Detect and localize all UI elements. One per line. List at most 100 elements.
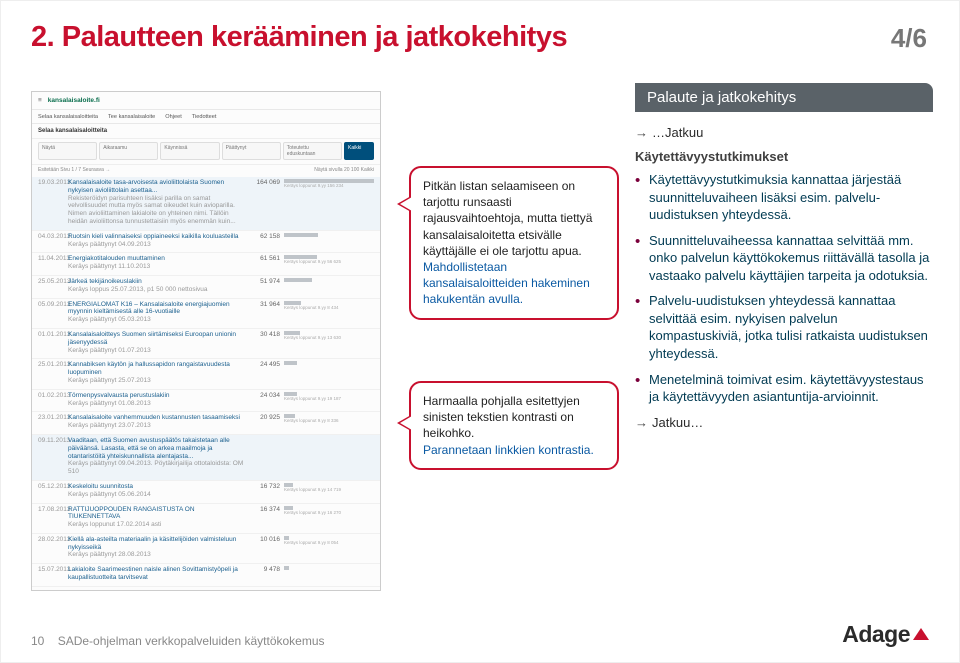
sc-row-bar: Keräys loppunut 9.yy 16 270 <box>284 506 374 515</box>
sc-row-num: 31 964 <box>250 301 280 308</box>
sc-row-title: Kannabiksen käytön ja hallussapidon rang… <box>68 361 244 377</box>
bullet-item: Menetelminä toimivat esim. käytettävyyst… <box>635 371 933 406</box>
sc-row-barfill <box>284 278 312 282</box>
sc-row-bar: Keräys loppunut 9.yy 8 336 <box>284 414 374 423</box>
sc-row-date: 01.02.2013 <box>38 392 68 399</box>
sc-row-sub2: Keräys loppunut 9.yy 13 630 <box>284 335 374 340</box>
sc-row-date: 11.04.2013 <box>38 255 68 262</box>
slide: 2. Palautteen kerääminen ja jatkokehitys… <box>0 0 960 663</box>
bullet-item: Suunnitteluvaiheessa kannattaa selvittää… <box>635 232 933 285</box>
sc-row-sub: Keräys päättynyt 09.04.2013. Pöytäkirjai… <box>68 460 244 476</box>
right-header: Palaute ja jatkokehitys <box>635 83 933 112</box>
sc-row-num: 16 732 <box>250 483 280 490</box>
sc-filter: Näytä <box>38 142 97 160</box>
sc-filter: Toteutettu eduskuntaan <box>283 142 342 160</box>
sc-row-num: 51 974 <box>250 278 280 285</box>
sc-row-bar: Keräys loppunut 9.yy 14 719 <box>284 483 374 492</box>
sc-row-num: 16 374 <box>250 506 280 513</box>
sc-row-bar: Keräys loppunut 9.yy 8 434 <box>284 301 374 310</box>
sc-row-barfill <box>284 233 318 237</box>
callout-recommend: Parannetaan linkkien kontrastia. <box>423 442 605 458</box>
bullet-list: Käytettävyystutkimuksia kannattaa järjes… <box>635 171 933 406</box>
sc-row-sub2: Keräys loppunut 9.yy 8 336 <box>284 418 374 423</box>
sc-row-title: Törmenpysvalvausta perustuslakiin <box>68 392 244 400</box>
sc-row-title: RATTIJUOPPOUDEN RANGAISTUSTA ON TIUKENNE… <box>68 506 244 522</box>
sc-row-bar: Keräys loppunut 9.yy 19 187 <box>284 392 374 401</box>
sc-row-date: 25.01.2013 <box>38 361 68 368</box>
sc-row-num: 30 418 <box>250 331 280 338</box>
sc-row-barfill <box>284 361 297 365</box>
continues-bottom-text: Jatkuu… <box>652 415 703 430</box>
sc-row-date: 15.07.2013 <box>38 566 68 573</box>
sc-row: 25.01.2013Kannabiksen käytön ja hallussa… <box>32 359 380 389</box>
sc-row-sub2: Keräys loppunut 9.yy 16 270 <box>284 510 374 515</box>
footer-page: 10 <box>31 634 44 648</box>
sc-row-num: 24 495 <box>250 361 280 368</box>
sc-row-sub2: Keräys loppunut 9.yy 8 054 <box>284 540 374 545</box>
sc-row-bar <box>284 566 374 570</box>
sc-filter: Aikaraamu <box>99 142 158 160</box>
footer: 10 SADe-ohjelman verkkopalveluiden käytt… <box>31 621 929 648</box>
sc-row-num: 20 925 <box>250 414 280 421</box>
sc-row-text: Lakialoite Saarimeestinen naisle alinen … <box>68 566 250 582</box>
sc-row-sub: Keräys päättynyt 01.08.2013 <box>68 400 244 408</box>
sc-meta: Esitetään Sivu 1 / 7 Seuraava → Näytä si… <box>32 165 380 175</box>
right-column: Palaute ja jatkokehitys → …Jatkuu Käytett… <box>635 83 933 431</box>
sc-row-num: 61 561 <box>250 255 280 262</box>
sc-row-bar <box>284 361 374 365</box>
sc-row-text: RATTIJUOPPOUDEN RANGAISTUSTA ON TIUKENNE… <box>68 506 250 529</box>
sc-row: 09.11.2013Vaaditaan, että Suomen avustus… <box>32 435 380 481</box>
sc-row-title: Kiellä ala-asteilta materiaalin ja käsit… <box>68 536 244 552</box>
sc-row-sub2: Keräys loppunut 9.yy 8 434 <box>284 305 374 310</box>
arrow-right-icon: → <box>635 415 648 430</box>
sc-row-sub: Keräys päättynyt 04.09.2013 <box>68 241 244 249</box>
sc-row-num: 164 069 <box>250 179 280 186</box>
sc-meta-right: Näytä sivulla 20 100 Kaikki <box>314 167 374 173</box>
footer-brand: Adage <box>842 621 929 648</box>
sc-row: 01.02.2013Törmenpysvalvausta perustuslak… <box>32 390 380 413</box>
sc-row-num: 10 016 <box>250 536 280 543</box>
sc-tabs: Selaa kansalaisaloitteita Tee kansalaisa… <box>32 110 380 124</box>
sc-row: 15.07.2013Lakialoite Saarimeestinen nais… <box>32 564 380 587</box>
sc-row-text: Kannabiksen käytön ja hallussapidon rang… <box>68 361 250 384</box>
sc-row-text: Keskeloitu suunnitostaKeräys päättynyt 0… <box>68 483 250 499</box>
sc-row-sub: Keräys päättynyt 25.07.2013 <box>68 377 244 385</box>
sc-row-title: Kansalaisaloite vanhemmuuden kustannuste… <box>68 414 244 422</box>
sc-row-text: Järkeä tekijänoikeuslakiinKeräys loppus … <box>68 278 250 294</box>
sc-row-sub: Rekisteröidyn parisuhteen lisäksi parill… <box>68 195 244 226</box>
sc-row-sub: Keräys päättynyt 05.06.2014 <box>68 491 244 499</box>
sc-row-title: Järkeä tekijänoikeuslakiin <box>68 278 244 286</box>
sc-row-date: 17.08.2013 <box>38 506 68 513</box>
callout-text: Pitkän listan selaamiseen on tarjottu ru… <box>423 178 605 259</box>
sc-filter-active: Kaikki <box>344 142 374 160</box>
sc-row-sub: Keräys päättynyt 28.08.2013 <box>68 551 244 559</box>
sc-row-bar <box>284 233 374 237</box>
sc-row-date: 05.12.2013 <box>38 483 68 490</box>
sc-row-text: Törmenpysvalvausta perustuslakiinKeräys … <box>68 392 250 408</box>
sc-row: 19.03.2013Kansalaisaloite tasa-arvoisest… <box>32 177 380 231</box>
sc-row-date: 25.05.2013 <box>38 278 68 285</box>
continues-top-text: …Jatkuu <box>652 125 703 140</box>
hamburger-icon: ≡ <box>38 97 42 104</box>
slide-title: 2. Palautteen kerääminen ja jatkokehitys <box>31 21 567 54</box>
sc-topbar: ≡ kansalaisaloite.fi <box>32 92 380 110</box>
sc-row: 28.02.2013Kiellä ala-asteilta materiaali… <box>32 534 380 564</box>
sc-row: 11.04.2013Energiakotitalouden muuttamine… <box>32 253 380 276</box>
sc-row-sub: Keräys päättynyt 23.07.2013 <box>68 422 244 430</box>
sc-row: 04.03.2013Ruotsin kieli valinnaiseksi op… <box>32 231 380 254</box>
sc-row-barfill <box>284 566 289 570</box>
arrow-right-icon: → <box>635 125 648 140</box>
sc-row-text: Kansalaisaloite tasa-arvoisesta avioliit… <box>68 179 250 226</box>
sc-row-text: Vaaditaan, että Suomen avustuspäätös tak… <box>68 437 250 476</box>
sc-row: 01.01.2013Kansalaisaloitteys Suomen siir… <box>32 329 380 359</box>
sc-row-title: Ruotsin kieli valinnaiseksi oppiaineeksi… <box>68 233 244 241</box>
sc-row-text: ENERGIALOMAT K16 – Kansalaisaloite energ… <box>68 301 250 324</box>
sc-row-sub2: Keräys loppunut 9.yy 156 234 <box>284 183 374 188</box>
footer-left: 10 SADe-ohjelman verkkopalveluiden käytt… <box>31 634 325 648</box>
sc-logo: kansalaisaloite.fi <box>48 97 100 104</box>
sc-row-text: Kiellä ala-asteilta materiaalin ja käsit… <box>68 536 250 559</box>
sc-row-sub2: Keräys loppunut 9.yy 56 625 <box>284 259 374 264</box>
sc-filter: Päättynyt <box>222 142 281 160</box>
sc-row-sub2: Keräys loppunut 9.yy 19 187 <box>284 396 374 401</box>
sc-row: 23.01.2013Kansalaisaloite vanhemmuuden k… <box>32 412 380 435</box>
